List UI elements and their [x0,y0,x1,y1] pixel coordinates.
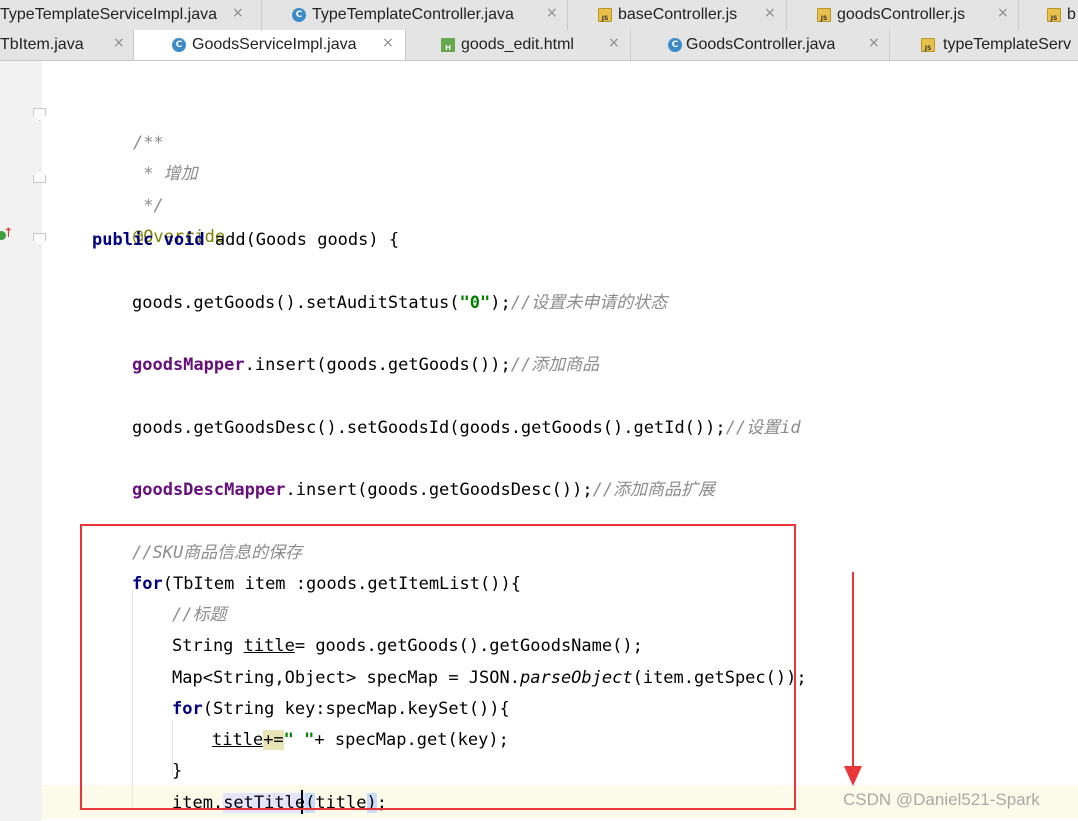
code-line: goodsDescMapper.insert(goods.getGoodsDes… [132,476,715,504]
watermark: CSDN @Daniel521-Spark [843,790,1040,809]
arrow-head-icon [844,766,862,786]
code-text: .insert(goods.getGoods()); [244,355,511,375]
code-line: goods.getGoodsDesc().setGoodsId(goods.ge… [132,414,801,442]
inline-comment: //添加商品扩展 [592,480,716,500]
inline-comment: //添加商品 [510,355,600,375]
code-line: @Override [92,195,225,247]
code-line: goods.getGoods().setAuditStatus("0");//设… [132,289,667,317]
inline-comment: //设置未申请的状态 [510,293,668,313]
highlight-box [80,524,796,810]
code-line: * 增加 [92,132,197,184]
code-text: goods.getGoods().setAuditStatus( [132,293,460,313]
code-text: .insert(goods.getGoodsDesc()); [285,480,593,500]
string-literal: "0" [459,293,491,313]
code-line: /** [92,101,164,153]
code-line: */ [92,164,163,216]
field-ref: goodsMapper [132,355,245,375]
inline-comment: //设置id [725,418,801,438]
field-ref: goodsDescMapper [132,480,286,500]
code-line: public void add(Goods goods) { [92,226,399,254]
code-text: goods.getGoodsDesc().setGoodsId(goods.ge… [132,418,726,438]
down-arrow-annotation [844,572,862,786]
code-line: goodsMapper.insert(goods.getGoods());//添… [132,351,599,379]
arrow-shaft [852,572,854,768]
method-signature: add(Goods goods) { [204,230,400,250]
code-text: ); [490,293,511,313]
keyword: void [163,230,205,250]
keyword: public [92,230,154,250]
